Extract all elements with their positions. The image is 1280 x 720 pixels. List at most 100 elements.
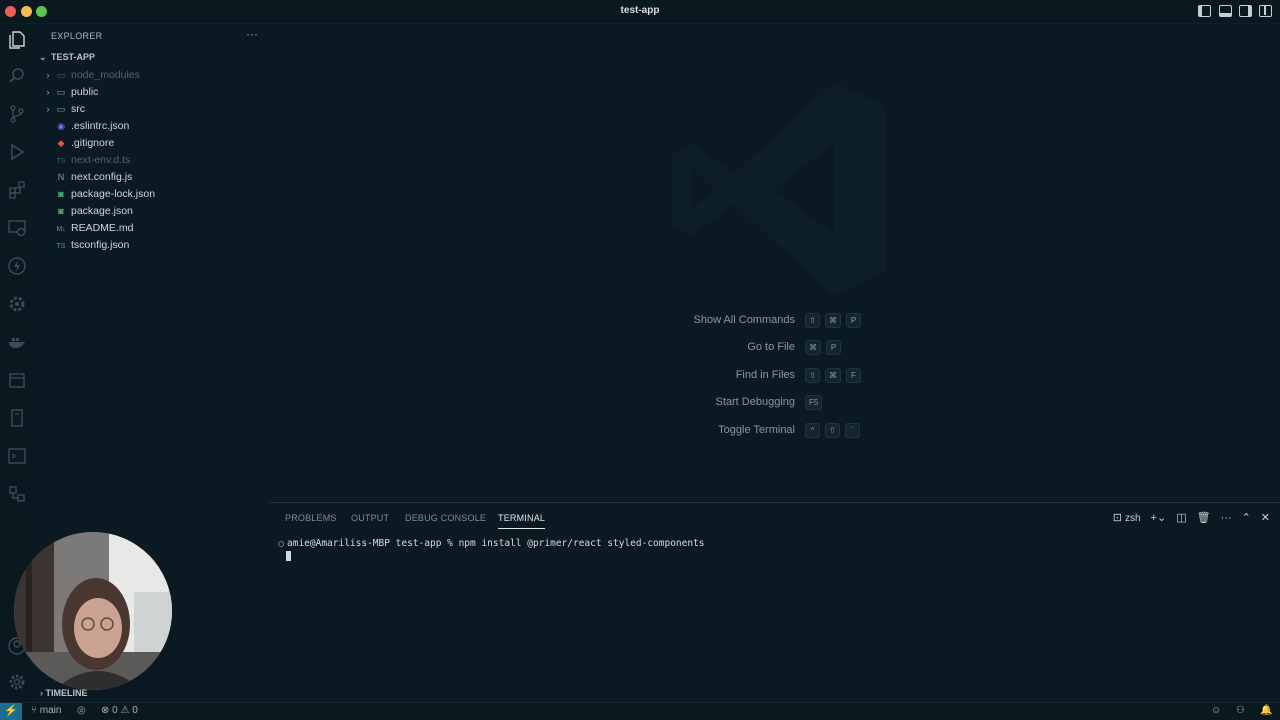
docker-icon[interactable] [6, 332, 28, 354]
shift-key: ⇧ [805, 368, 820, 383]
warning-icon: ⚠ [120, 705, 130, 716]
bottom-panel: PROBLEMS OUTPUT DEBUG CONSOLE TERMINAL ⊡… [270, 502, 1280, 702]
terminal-output-line[interactable]: amie@Amariliss-MBP test-app % npm instal… [278, 538, 705, 549]
close-panel-icon[interactable]: ✕ [1261, 511, 1270, 524]
folder-icon: ▭ [56, 104, 66, 114]
tab-terminal[interactable]: TERMINAL [498, 513, 546, 529]
maximize-panel-icon[interactable]: ⌃ [1242, 511, 1251, 524]
shift-key: ⇧ [825, 423, 840, 438]
search-icon[interactable] [6, 66, 28, 88]
workspace-root-folder[interactable]: ⌄ TEST-APP [39, 52, 95, 63]
folder-icon: ▭ [56, 87, 66, 97]
terminal-shell-selector[interactable]: ⊡ zsh [1113, 511, 1141, 524]
command-status-icon [278, 540, 284, 547]
tree-item-gitignore[interactable]: ◆ .gitignore [42, 135, 115, 152]
shortcut-show-all-commands: Show All Commands ⇧ ⌘ P [560, 311, 960, 331]
status-bar: ⚡ ⑂ main ◎ ⊗ 0 ⚠ 0 ☺ ⚇ 🔔 [0, 702, 1280, 720]
remote-explorer-icon[interactable] [6, 218, 28, 240]
tree-item-public[interactable]: › ▭ public [42, 84, 99, 101]
tree-item-tsconfig[interactable]: TS tsconfig.json [42, 237, 130, 254]
explorer-title: EXPLORER [51, 31, 103, 41]
shortcut-start-debugging: Start Debugging F5 [560, 393, 960, 413]
copilot-icon[interactable]: ☺ [1211, 705, 1221, 716]
git-branch-icon: ⑂ [31, 705, 40, 716]
new-terminal-icon[interactable]: +⌄ [1151, 511, 1167, 524]
lightning-icon[interactable] [6, 256, 28, 278]
problems-indicator[interactable]: ⊗ 0 ⚠ 0 [101, 705, 138, 716]
account-status-icon[interactable]: ⚇ [1236, 705, 1245, 716]
toggle-panel-icon[interactable] [1219, 5, 1232, 17]
error-icon: ⊗ [101, 705, 110, 716]
tree-item-readme[interactable]: M↓ README.md [42, 220, 133, 237]
tab-output[interactable]: OUTPUT [351, 513, 389, 523]
control-key: ^ [805, 423, 820, 438]
panel-actions: ⊡ zsh +⌄ ◫ 🗑 ··· ⌃ ✕ [1113, 511, 1270, 525]
toggle-primary-sidebar-icon[interactable] [1198, 5, 1211, 17]
split-terminal-icon[interactable]: ◫ [1176, 511, 1186, 524]
explorer-icon[interactable] [6, 30, 28, 52]
trash-icon[interactable]: 🗑 [1197, 511, 1211, 524]
shortcut-find-in-files: Find in Files ⇧ ⌘ F [560, 366, 960, 386]
folder-icon: ▭ [56, 70, 66, 80]
eslint-icon: ◉ [57, 121, 65, 131]
tree-item-package-json[interactable]: ◙ package.json [42, 203, 133, 220]
typescript-icon: TS [56, 158, 66, 165]
letter-key: P [826, 340, 841, 355]
notifications-bell-icon[interactable]: 🔔 [1260, 705, 1272, 716]
live-share-icon[interactable]: ◎ [77, 705, 86, 716]
presenter-video-image [14, 532, 172, 690]
vscode-watermark-logo-icon [672, 82, 886, 296]
npm-icon: ◙ [58, 206, 64, 216]
run-debug-icon[interactable] [6, 142, 28, 164]
webcam-overlay [14, 532, 172, 690]
source-control-icon[interactable] [6, 104, 28, 126]
command-key: ⌘ [805, 340, 821, 355]
more-icon[interactable]: ··· [1221, 512, 1232, 524]
workspace-root-label: TEST-APP [51, 52, 96, 62]
remote-indicator-icon[interactable]: ⚡ [0, 703, 22, 720]
tree-item-next-env[interactable]: TS next-env.d.ts [42, 152, 131, 169]
more-actions-icon[interactable]: ··· [246, 27, 258, 41]
tree-item-node-modules[interactable]: › ▭ node_modules [42, 67, 140, 84]
chevron-right-icon: › [46, 104, 50, 114]
settings-sync-icon[interactable] [6, 294, 28, 316]
tab-problems[interactable]: PROBLEMS [285, 513, 337, 523]
command-key: ⌘ [825, 368, 841, 383]
title-bar: test-app [0, 0, 1280, 24]
timeline-label: TIMELINE [45, 688, 88, 698]
typescript-icon: TS [56, 243, 66, 250]
git-icon: ◆ [57, 138, 65, 148]
shortcut-go-to-file: Go to File ⌘ P [560, 338, 960, 358]
outline-icon[interactable] [6, 484, 28, 506]
shift-key: ⇧ [805, 313, 820, 328]
terminal-icon: ⊡ [1112, 512, 1122, 524]
backtick-key: ` [845, 423, 860, 438]
chevron-down-icon: ⌄ [39, 52, 47, 62]
tree-item-src[interactable]: › ▭ src [42, 101, 86, 118]
layers-icon[interactable] [6, 370, 28, 392]
customize-layout-icon[interactable] [1259, 5, 1272, 17]
manage-gear-icon[interactable] [6, 672, 28, 694]
terminal-view-icon[interactable] [6, 446, 28, 468]
letter-key: F [846, 368, 861, 383]
function-key: F5 [805, 395, 823, 410]
extensions-icon[interactable] [6, 180, 28, 202]
markdown-icon: M↓ [56, 226, 66, 233]
letter-key: P [846, 313, 861, 328]
terminal-cursor [286, 551, 291, 561]
window-title: test-app [620, 5, 660, 16]
command-key: ⌘ [825, 313, 841, 328]
chevron-right-icon: › [46, 70, 50, 80]
tree-item-package-lock[interactable]: ◙ package-lock.json [42, 186, 155, 203]
chevron-right-icon: › [46, 87, 50, 97]
toggle-secondary-sidebar-icon[interactable] [1239, 5, 1252, 17]
shortcut-toggle-terminal: Toggle Terminal ^ ⇧ ` [560, 421, 960, 441]
next-icon: N [57, 172, 65, 182]
branch-indicator[interactable]: ⑂ main [31, 705, 61, 716]
tree-item-next-config[interactable]: Nnext.config.js [42, 169, 133, 186]
timeline-section[interactable]: › TIMELINE [40, 688, 88, 698]
npm-icon: ◙ [58, 189, 64, 199]
book-icon[interactable] [6, 408, 28, 430]
tree-item-eslintrc[interactable]: ◉ .eslintrc.json [42, 118, 129, 135]
tab-debug-console[interactable]: DEBUG CONSOLE [405, 513, 486, 523]
